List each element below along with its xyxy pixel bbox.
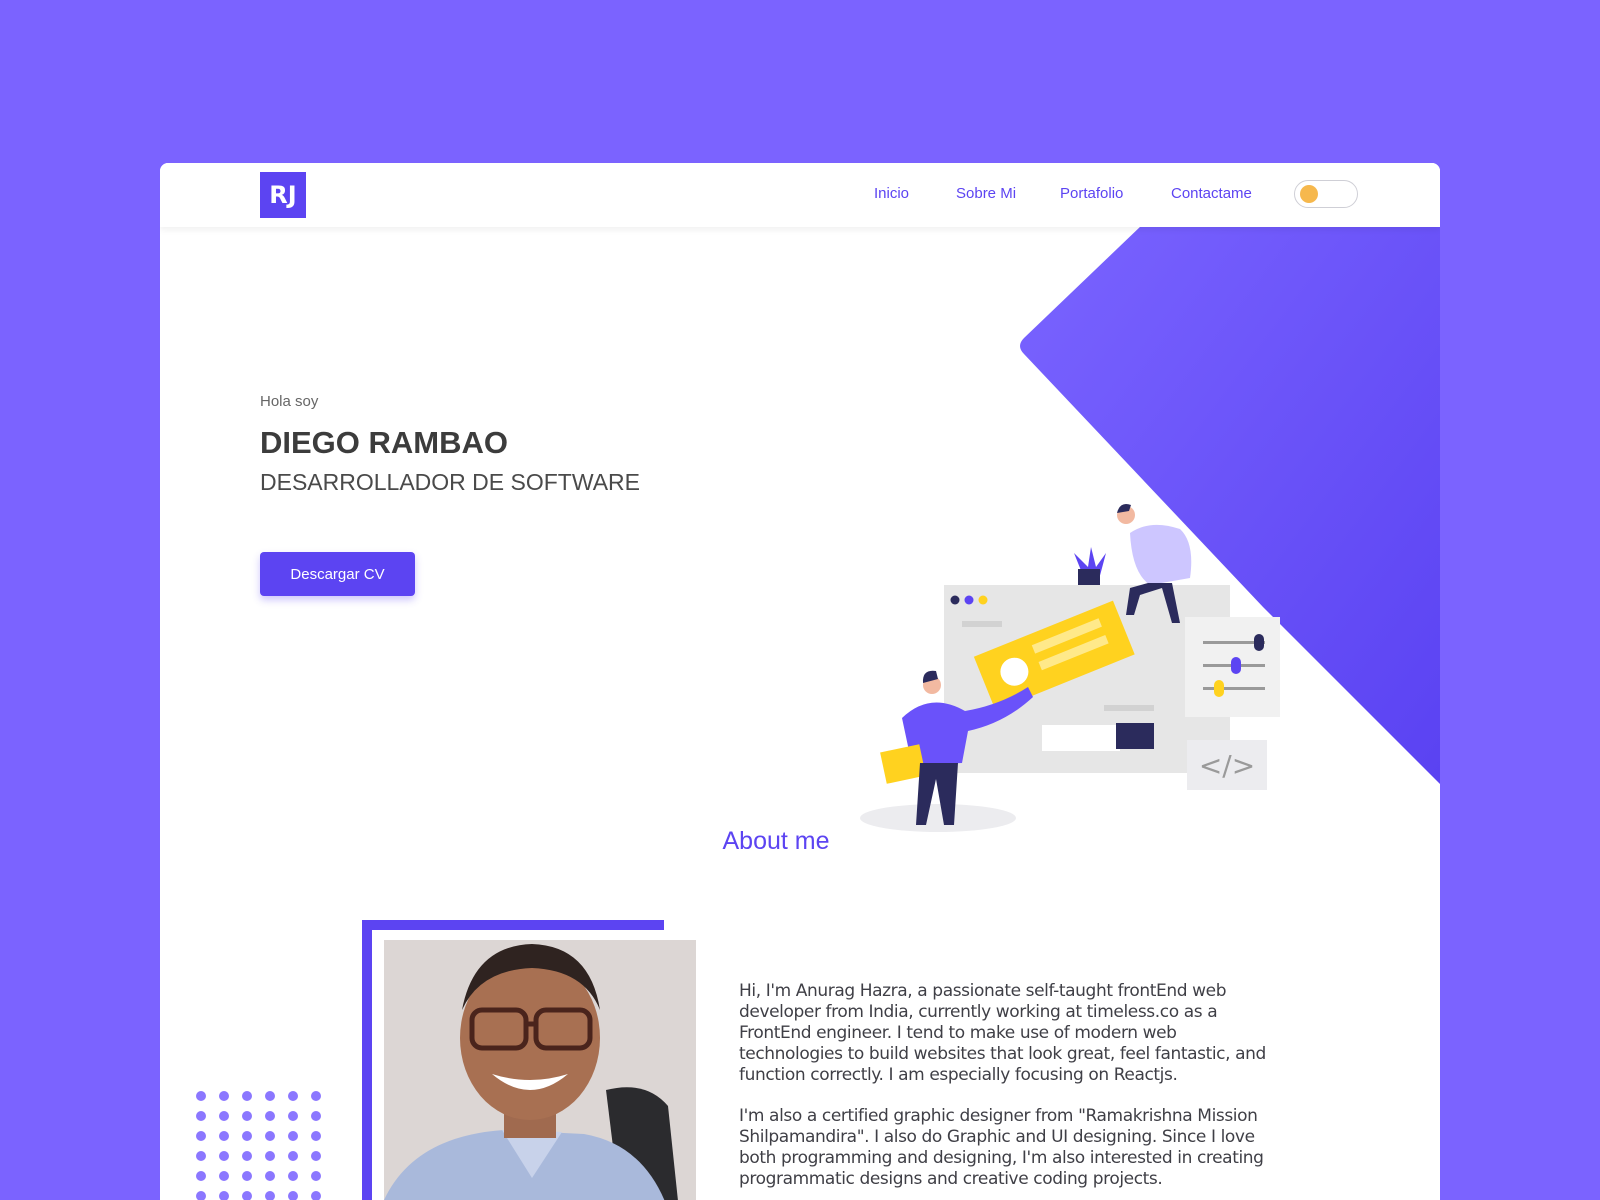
download-cv-button[interactable]: Descargar CV [260,552,415,596]
theme-toggle[interactable] [1294,180,1358,208]
hero-greeting: Hola soy [260,393,319,410]
nav-link-sobre-mi[interactable]: Sobre Mi [956,185,1016,202]
nav-link-portafolio[interactable]: Portafolio [1060,185,1123,202]
profile-photo [384,940,696,1200]
developers-illustration: </> [860,504,1280,832]
logo[interactable]: RJ [260,172,306,218]
nav-link-contactame[interactable]: Contactame [1171,185,1252,202]
about-text: Hi, I'm Anurag Hazra, a passionate self-… [739,981,1279,1200]
svg-text:</>: </> [1199,749,1255,782]
dot-pattern [196,1091,321,1200]
about-paragraph-2: I'm also a certified graphic designer fr… [739,1106,1264,1189]
hero-name: DIEGO RAMBAO [260,425,508,460]
browser-window: RJ Inicio Sobre Mi Portafolio Contactame… [160,163,1440,1200]
about-paragraph-1: Hi, I'm Anurag Hazra, a passionate self-… [739,981,1266,1085]
nav-link-inicio[interactable]: Inicio [874,185,909,202]
hero-role: DESARROLLADOR DE SOFTWARE [260,469,640,495]
toggle-knob [1300,185,1318,203]
about-section-title: About me [722,827,830,855]
navbar: RJ Inicio Sobre Mi Portafolio Contactame [160,163,1440,227]
